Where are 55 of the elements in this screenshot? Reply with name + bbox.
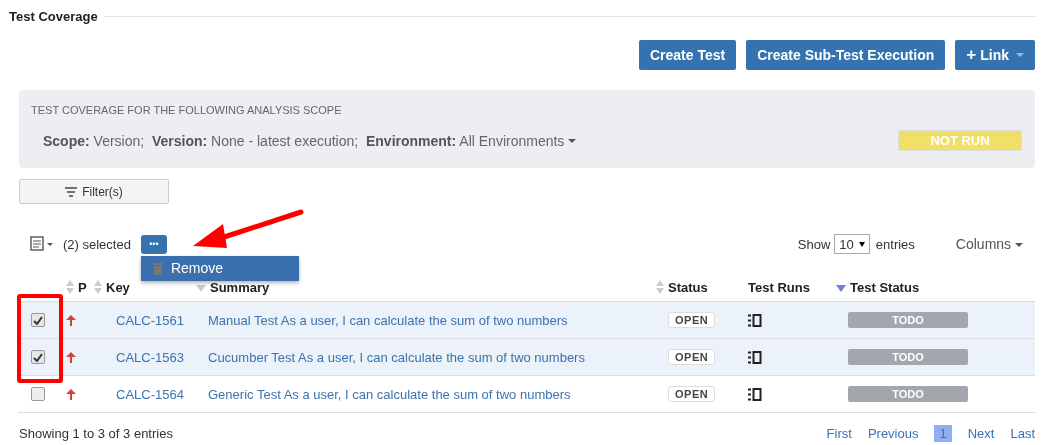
table-row[interactable]: CALC-1561 Manual Test As a user, I can calculate the sum of two numbers OPEN TODO [18, 301, 1035, 338]
selected-count: (2) selected [63, 236, 131, 252]
issue-summary[interactable]: Cucumber Test As a user, I can calculate the sum of two numbers [208, 349, 585, 365]
trash-icon [152, 261, 163, 275]
test-status-bar: TODO [848, 349, 968, 365]
columns-dropdown[interactable]: Columns [955, 236, 1023, 252]
priority-up-icon [66, 388, 76, 400]
action-button[interactable]: Create Test [638, 40, 737, 70]
row-checkbox[interactable] [31, 387, 45, 401]
status-lozenge: OPEN [668, 312, 716, 328]
issue-key[interactable]: CALC-1561 [116, 312, 184, 328]
show-label: Show [797, 236, 831, 252]
list-edit-icon[interactable] [30, 236, 54, 252]
more-button[interactable]: ••• [140, 234, 167, 254]
column-header[interactable]: Status [668, 279, 708, 295]
pagination-link[interactable]: First [826, 426, 852, 441]
pagination-link[interactable]: Next [967, 426, 995, 441]
table-row[interactable]: CALC-1564 Generic Test As a user, I can calculate the sum of two numbers OPEN TODO [18, 375, 1035, 412]
test-status-bar: TODO [848, 312, 968, 328]
filter-icon [65, 186, 78, 197]
coverage-badge: NOT RUN [898, 130, 1022, 151]
issue-summary[interactable]: Generic Test As a user, I can calculate the sum of two numbers [208, 386, 571, 402]
issue-summary[interactable]: Manual Test As a user, I can calculate the sum of two numbers [208, 312, 568, 328]
scope-heading: TEST COVERAGE FOR THE FOLLOWING ANALYSIS SCOPE [31, 104, 343, 116]
entries-info: Showing 1 to 3 of 3 entries [19, 426, 173, 441]
page-size-select[interactable]: 10 [834, 234, 870, 254]
column-header[interactable]: Summary [210, 280, 270, 295]
pagination-link[interactable]: Previous [867, 426, 919, 441]
issue-key[interactable]: CALC-1564 [116, 386, 184, 402]
test-runs-icon[interactable] [748, 313, 762, 327]
section-title: Test Coverage [9, 9, 98, 24]
action-button[interactable]: + Link [955, 40, 1035, 70]
scope-summary: Scope: Version; Version: None - latest execution; Environment: All Environments [43, 132, 566, 149]
column-header[interactable]: Test Runs [748, 280, 810, 295]
row-checkbox[interactable] [31, 313, 45, 327]
entries-label: entries [875, 236, 915, 252]
column-header[interactable]: Test Status [850, 280, 920, 295]
action-button[interactable]: Create Sub-Test Execution [746, 40, 946, 70]
menu-item[interactable]: Remove [140, 255, 299, 281]
caret-icon[interactable] [568, 138, 577, 143]
row-checkbox[interactable] [31, 350, 45, 364]
column-header[interactable]: P [78, 279, 87, 295]
column-header[interactable]: Key [106, 279, 130, 295]
status-lozenge: OPEN [668, 349, 716, 365]
pagination-link[interactable]: Last [1010, 426, 1035, 441]
priority-up-icon [66, 351, 76, 363]
issue-key[interactable]: CALC-1563 [116, 349, 184, 365]
table-row[interactable]: CALC-1563 Cucumber Test As a user, I can calculate the sum of two numbers OPEN TODO [18, 338, 1035, 375]
sort-descending-icon[interactable] [836, 283, 846, 292]
test-status-bar: TODO [848, 386, 968, 402]
priority-up-icon [66, 314, 76, 326]
status-lozenge: OPEN [668, 386, 716, 402]
test-runs-icon[interactable] [748, 350, 762, 364]
filter-button[interactable]: Filter(s) [19, 179, 169, 204]
test-runs-icon[interactable] [748, 387, 762, 401]
